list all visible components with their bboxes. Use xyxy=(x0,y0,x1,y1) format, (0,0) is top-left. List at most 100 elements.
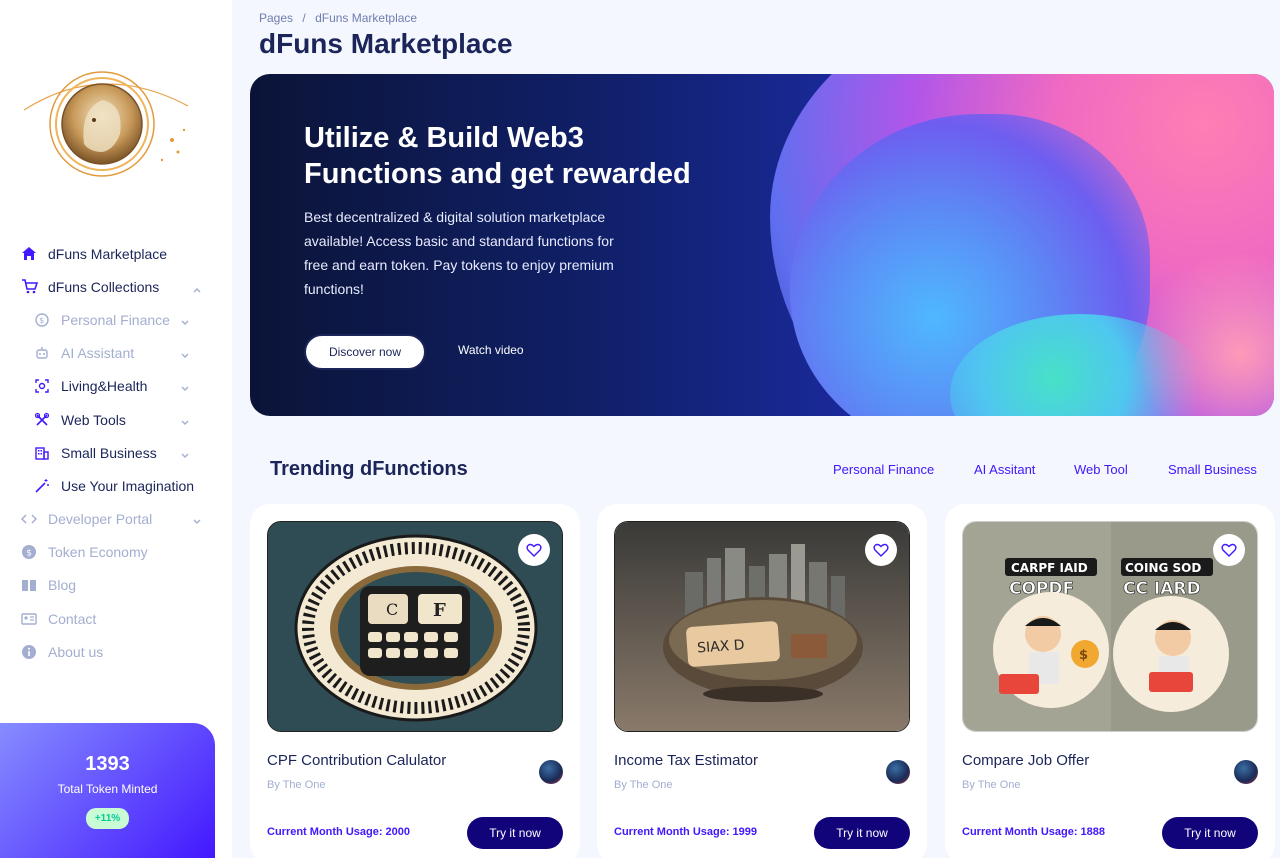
finance-icon: $ xyxy=(33,311,51,329)
favorite-heart-icon[interactable] xyxy=(865,534,897,566)
svg-text:$: $ xyxy=(1079,648,1088,663)
favorite-heart-icon[interactable] xyxy=(1213,534,1245,566)
function-card: C F CPF Contribution Calulator By The On… xyxy=(250,504,580,858)
building-icon xyxy=(33,444,51,462)
function-card-title[interactable]: Compare Job Offer xyxy=(962,752,1089,769)
chevron-down-icon[interactable] xyxy=(180,448,190,458)
lion-logo[interactable] xyxy=(22,60,190,190)
chevron-down-icon[interactable] xyxy=(180,415,190,425)
function-card-author: By The One xyxy=(962,779,1021,791)
token-change-badge: +11% xyxy=(85,808,130,829)
avatar[interactable] xyxy=(886,760,910,784)
trending-title: Trending dFunctions xyxy=(270,458,468,480)
chevron-down-icon[interactable] xyxy=(180,315,190,325)
hero-title: Utilize & Build Web3 Functions and get r… xyxy=(304,122,691,190)
sidebar-item-label: Blog xyxy=(48,577,77,594)
chevron-up-icon[interactable] xyxy=(192,282,202,293)
sidebar-item-label: Use Your Imagination xyxy=(61,477,195,494)
contact-card-icon xyxy=(20,610,38,628)
breadcrumb-root[interactable]: Pages xyxy=(259,11,293,25)
magic-wand-icon xyxy=(33,477,51,495)
tab-web-tool[interactable]: Web Tool xyxy=(1074,462,1128,477)
function-card-title[interactable]: CPF Contribution Calulator xyxy=(267,752,446,769)
robot-icon xyxy=(33,344,51,362)
function-card-usage: Current Month Usage: 2000 xyxy=(267,826,411,838)
sidebar-item-label: Web Tools xyxy=(61,411,126,428)
sidebar-item-label: About us xyxy=(48,643,104,660)
function-card-usage: Current Month Usage: 1999 xyxy=(614,826,758,838)
tools-icon xyxy=(33,411,51,429)
function-card-image[interactable]: C F xyxy=(267,521,563,732)
sidebar-item-personal-finance[interactable]: $ Personal Finance xyxy=(0,303,232,336)
svg-text:CC IARD: CC IARD xyxy=(1123,579,1201,599)
sidebar: dFuns Marketplace dFuns Collections $ Pe… xyxy=(0,0,232,858)
function-card-image[interactable]: SIAX D xyxy=(614,521,910,732)
sidebar-item-web-tools[interactable]: Web Tools xyxy=(0,403,232,436)
sidebar-item-contact[interactable]: Contact xyxy=(0,602,232,635)
sidebar-item-label: Developer Portal xyxy=(48,511,153,528)
breadcrumb-current: dFuns Marketplace xyxy=(315,11,418,25)
favorite-heart-icon[interactable] xyxy=(518,534,550,566)
sidebar-item-developer-portal[interactable]: Developer Portal xyxy=(0,503,232,536)
sidebar-item-label: Contact xyxy=(48,610,97,627)
book-icon xyxy=(20,576,38,594)
svg-text:SIAX D: SIAX D xyxy=(697,637,745,656)
sidebar-item-label: Token Economy xyxy=(48,544,148,561)
cart-icon xyxy=(20,278,38,296)
svg-text:CARPF IAID: CARPF IAID xyxy=(1011,561,1088,575)
tab-ai-assistant[interactable]: AI Assitant xyxy=(974,462,1035,477)
sidebar-item-collections[interactable]: dFuns Collections xyxy=(0,270,232,303)
code-icon xyxy=(20,510,38,528)
sidebar-item-label: dFuns Collections xyxy=(48,278,160,295)
sidebar-item-label: Small Business xyxy=(61,444,157,461)
avatar[interactable] xyxy=(539,760,563,784)
sidebar-item-label: AI Assistant xyxy=(61,345,135,362)
svg-text:C: C xyxy=(386,600,398,619)
sidebar-item-small-business[interactable]: Small Business xyxy=(0,436,232,469)
token-minted-card: 1393 Total Token Minted +11% xyxy=(0,723,215,858)
info-icon xyxy=(20,643,38,661)
function-card-image[interactable]: CARPF IAID COPDF COING SOD CC IARD $ xyxy=(962,521,1258,732)
sidebar-item-living-health[interactable]: Living&Health xyxy=(0,370,232,403)
sidebar-item-about-us[interactable]: About us xyxy=(0,635,232,668)
try-it-now-button[interactable]: Try it now xyxy=(814,817,910,849)
function-card-usage: Current Month Usage: 1888 xyxy=(962,826,1106,838)
scan-face-icon xyxy=(33,377,51,395)
function-card: SIAX D Income Tax Estimator By The One C… xyxy=(597,504,927,858)
hero-banner: Utilize & Build Web3 Functions and get r… xyxy=(250,74,1274,416)
try-it-now-button[interactable]: Try it now xyxy=(467,817,563,849)
function-card: CARPF IAID COPDF COING SOD CC IARD $ Com… xyxy=(945,504,1275,858)
svg-text:$: $ xyxy=(26,549,32,559)
dollar-icon: $ xyxy=(20,543,38,561)
sidebar-item-label: dFuns Marketplace xyxy=(48,245,168,262)
sidebar-nav: dFuns Marketplace dFuns Collections $ Pe… xyxy=(0,237,232,668)
chevron-down-icon[interactable] xyxy=(192,514,202,525)
chevron-down-icon[interactable] xyxy=(180,348,190,359)
svg-text:COING SOD: COING SOD xyxy=(1125,561,1201,575)
breadcrumb-separator: / xyxy=(302,11,306,25)
home-icon xyxy=(20,245,38,263)
sidebar-item-label: Living&Health xyxy=(61,378,148,395)
sidebar-item-ai-assistant[interactable]: AI Assistant xyxy=(0,337,232,370)
function-card-author: By The One xyxy=(267,779,326,791)
watch-video-link[interactable]: Watch video xyxy=(458,343,524,357)
svg-text:$: $ xyxy=(39,316,44,325)
sidebar-item-token-economy[interactable]: $ Token Economy xyxy=(0,536,232,569)
function-card-author: By The One xyxy=(614,779,673,791)
tab-small-business[interactable]: Small Business xyxy=(1168,462,1257,477)
chevron-down-icon[interactable] xyxy=(180,381,190,392)
hero-description: Best decentralized & digital solution ma… xyxy=(304,209,614,297)
avatar[interactable] xyxy=(1234,760,1258,784)
sidebar-item-use-your-imagination[interactable]: Use Your Imagination xyxy=(0,469,232,502)
discover-now-button[interactable]: Discover now xyxy=(304,334,426,370)
token-minted-label: Total Token Minted xyxy=(57,782,158,796)
svg-text:F: F xyxy=(433,600,446,621)
sidebar-item-marketplace[interactable]: dFuns Marketplace xyxy=(0,237,232,270)
sidebar-item-blog[interactable]: Blog xyxy=(0,569,232,602)
sidebar-item-label: Personal Finance xyxy=(61,311,170,328)
token-minted-value: 1393 xyxy=(85,753,130,775)
breadcrumb: Pages / dFuns Marketplace xyxy=(259,11,417,25)
tab-personal-finance[interactable]: Personal Finance xyxy=(833,462,934,477)
function-card-title[interactable]: Income Tax Estimator xyxy=(614,752,758,769)
try-it-now-button[interactable]: Try it now xyxy=(1162,817,1258,849)
